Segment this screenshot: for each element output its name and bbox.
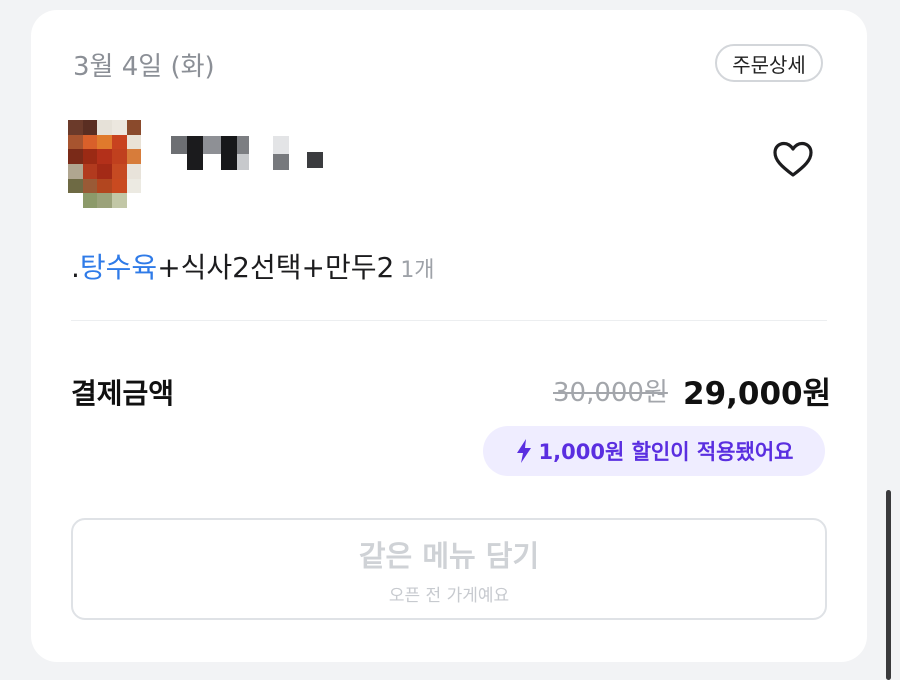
divider <box>71 320 827 321</box>
store-thumbnail[interactable] <box>68 120 156 208</box>
menu-prefix: . <box>71 251 80 284</box>
menu-rest: +식사2선택+만두2 <box>157 251 395 284</box>
menu-highlight: 탕수육 <box>79 251 158 284</box>
original-price: 30,000원 <box>553 378 668 408</box>
reorder-title: 같은 메뉴 담기 <box>358 538 540 573</box>
favorite-heart-icon[interactable] <box>771 140 815 180</box>
discount-text: 1,000원 할인이 적용됐어요 <box>538 440 794 464</box>
final-price: 29,000원 <box>683 376 832 412</box>
lightning-bolt-icon <box>516 439 531 463</box>
order-detail-button[interactable]: 주문상세 <box>715 44 823 82</box>
order-date: 3월 4일 (화) <box>73 52 215 82</box>
scrollbar[interactable] <box>886 490 891 680</box>
reorder-same-menu-button[interactable]: 같은 메뉴 담기 오픈 전 가게예요 <box>71 518 827 620</box>
discount-badge: 1,000원 할인이 적용됐어요 <box>483 426 825 476</box>
menu-quantity: 1개 <box>400 258 435 283</box>
store-name-blurred[interactable] <box>171 134 331 174</box>
payment-label: 결제금액 <box>71 377 175 410</box>
order-card: 3월 4일 (화) 주문상세 .탕수육+식사2선택+만두2 1개 결제금액 30,… <box>31 10 867 662</box>
reorder-subtitle: 오픈 전 가게예요 <box>388 585 510 606</box>
ordered-menu: .탕수육+식사2선택+만두2 1개 <box>71 246 435 286</box>
